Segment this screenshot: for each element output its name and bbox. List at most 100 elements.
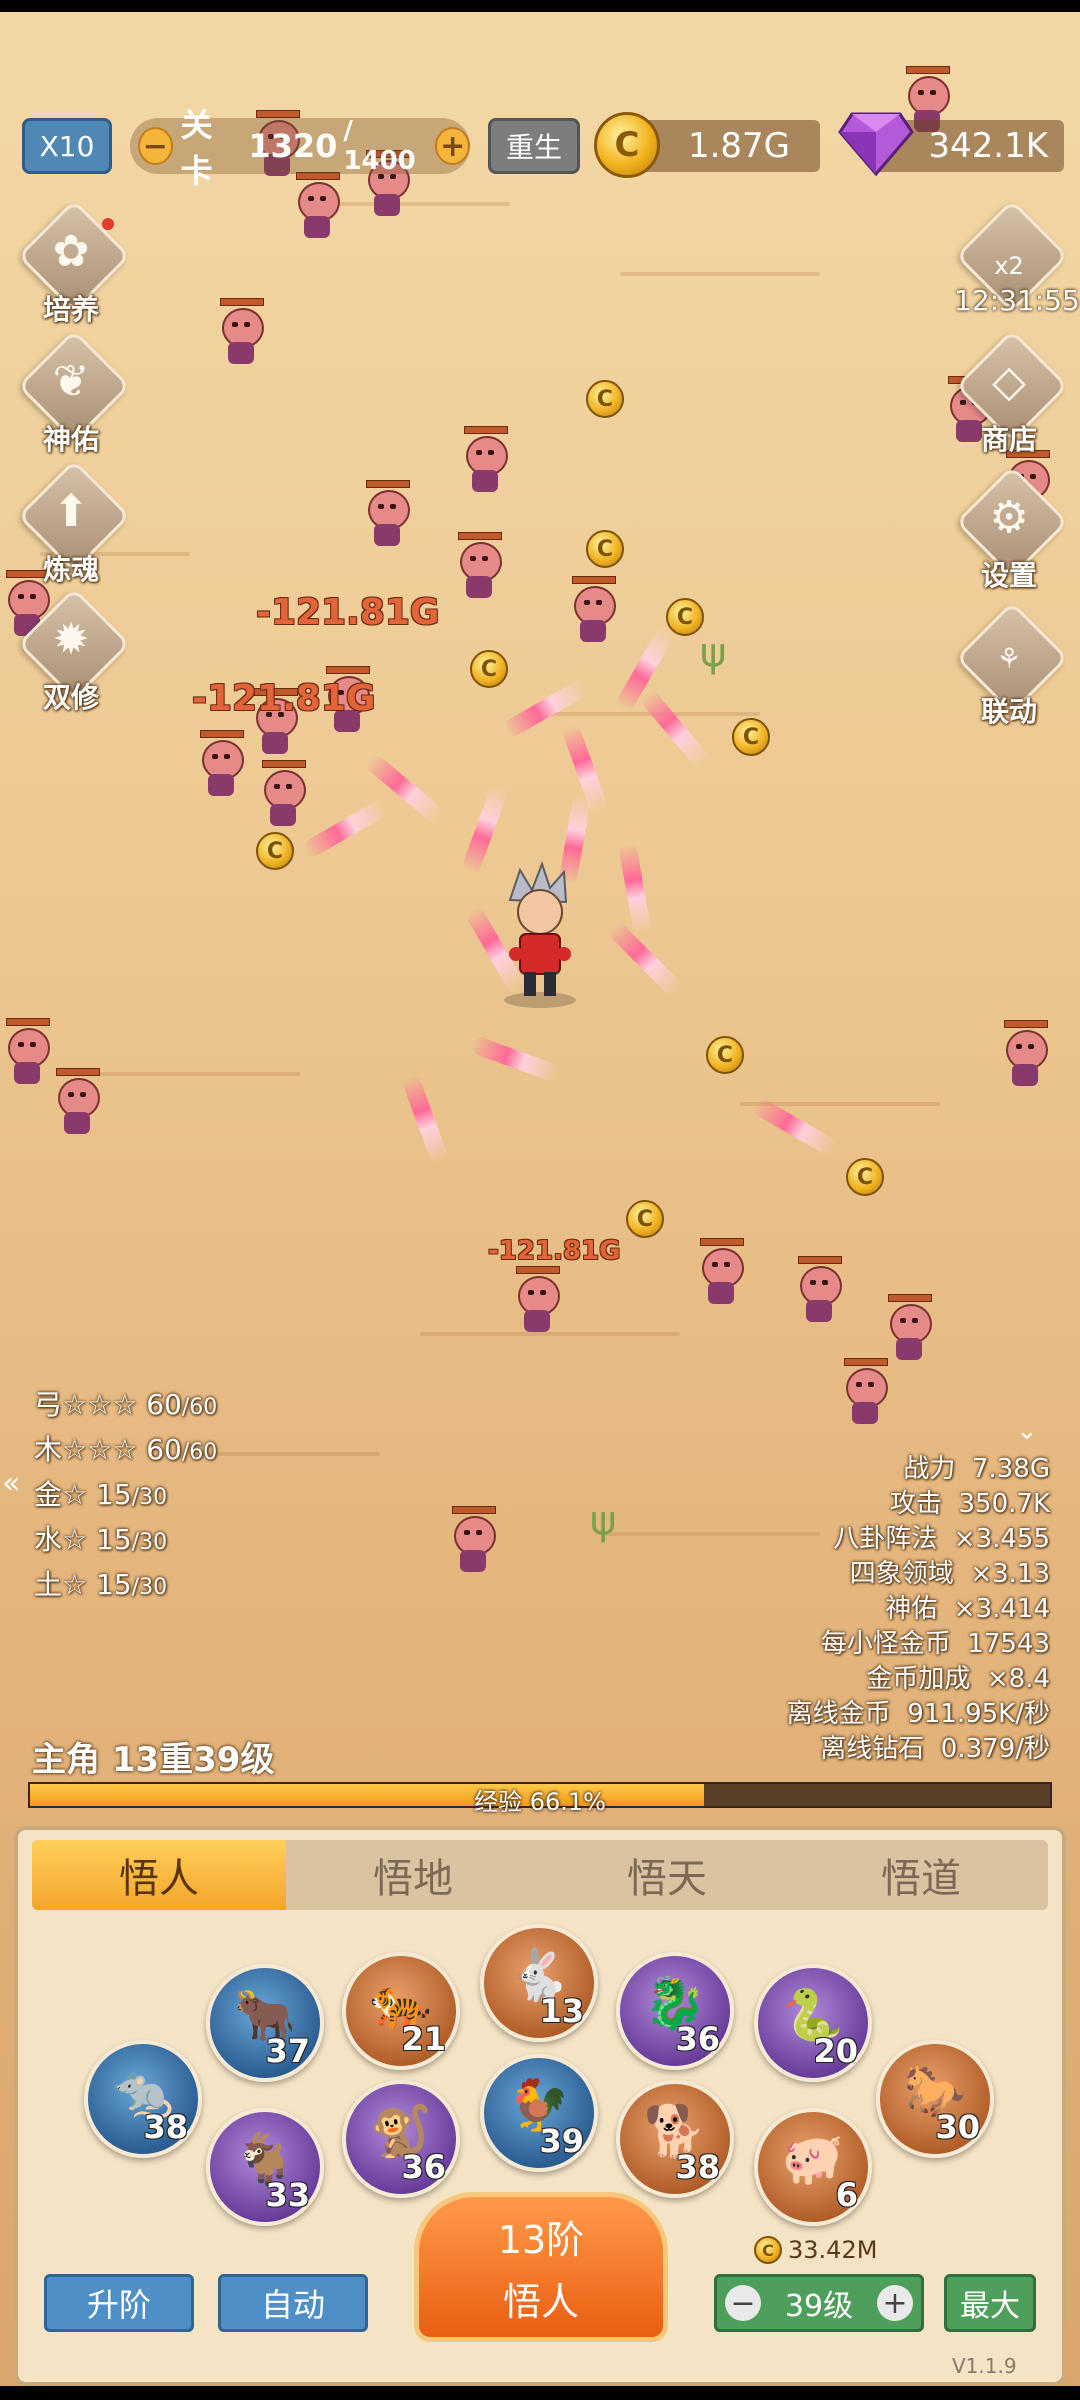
enemy-imp[interactable] [510, 1266, 564, 1336]
collapse-left-icon[interactable]: « [2, 1466, 20, 1501]
blessing-button[interactable]: ❦ 神佑 [16, 329, 131, 466]
enemy-imp[interactable] [882, 1294, 936, 1364]
stage-next-button[interactable]: + [435, 127, 470, 165]
enemy-imp[interactable] [458, 426, 512, 496]
gold-coin-drop[interactable]: C [586, 380, 624, 418]
gold-coin-drop[interactable]: C [732, 718, 770, 756]
gold-coin-drop[interactable]: C [470, 650, 508, 688]
zodiac-level: 39 [539, 2122, 584, 2160]
damage-number: -121.81G [488, 1236, 621, 1266]
stage-label: 关卡 [180, 106, 213, 190]
stage-total: / 1400 [343, 116, 416, 176]
navigation-bar [0, 2386, 1080, 2400]
element-stat-row: 土☆ 15/30 [34, 1568, 168, 1601]
enemy-imp[interactable] [452, 532, 506, 602]
enemy-imp[interactable] [194, 730, 248, 800]
double-bonus-button[interactable]: x2 12:31:55 [954, 199, 1080, 336]
level-stepper: − 39级 + [714, 2274, 924, 2332]
enemy-imp[interactable] [290, 172, 344, 242]
enemy-imp[interactable] [0, 1018, 54, 1088]
enemy-imp[interactable] [446, 1506, 500, 1576]
diamond-shop-icon: ◇ [992, 356, 1026, 407]
rebirth-button[interactable]: 重生 [488, 118, 580, 174]
soul-refine-label: 炼魂 [42, 553, 99, 586]
zodiac-rooster-node[interactable]: 🐓 39 [480, 2054, 598, 2172]
gold-coin-drop[interactable]: C [256, 832, 294, 870]
zodiac-rabbit-node[interactable]: 🐇 13 [480, 1924, 598, 2042]
enlighten-upgrade-button[interactable]: 13阶 悟人 [414, 2192, 668, 2342]
zodiac-level: 38 [675, 2148, 720, 2186]
damage-number: -121.81G [256, 592, 440, 633]
enemy-imp[interactable] [792, 1256, 846, 1326]
gold-coin-drop[interactable]: C [626, 1200, 664, 1238]
hero-character[interactable] [490, 860, 590, 1010]
link-label: 联动 [980, 695, 1037, 728]
zodiac-level: 33 [265, 2176, 310, 2214]
cost-value: 33.42M [788, 2236, 878, 2264]
zodiac-tiger-node[interactable]: 🐅 21 [342, 1952, 460, 2070]
zodiac-ox-node[interactable]: 🐂 37 [206, 1964, 324, 2082]
tab-earth[interactable]: 悟地 [286, 1840, 540, 1910]
stat-row: 每小怪金币 17543 [820, 1629, 1050, 1659]
zodiac-goat-node[interactable]: 🐐 33 [206, 2108, 324, 2226]
bonus-badge: x2 [994, 252, 1024, 280]
settings-label: 设置 [980, 559, 1037, 592]
stage-prev-button[interactable]: − [138, 127, 173, 165]
enemy-imp[interactable] [838, 1358, 892, 1428]
link-button[interactable]: ⚘ 联动 [954, 601, 1069, 738]
shop-button[interactable]: ◇ 商店 [954, 329, 1069, 466]
advance-button[interactable]: 升阶 [44, 2274, 194, 2332]
gold-coin-icon: C [754, 2236, 782, 2264]
soul-refine-button[interactable]: ⬆ 炼魂 [16, 459, 131, 596]
tab-human[interactable]: 悟人 [32, 1840, 286, 1910]
notification-dot [102, 218, 114, 230]
flame-icon: ✹ [52, 614, 90, 665]
max-level-button[interactable]: 最大 [944, 2274, 1036, 2332]
zodiac-dragon-node[interactable]: 🐉 36 [616, 1952, 734, 2070]
enemy-imp[interactable] [694, 1238, 748, 1308]
enemy-imp[interactable] [360, 480, 414, 550]
enemy-imp[interactable] [998, 1020, 1052, 1090]
zodiac-pig-node[interactable]: 🐖 6 [754, 2108, 872, 2226]
dual-cultivation-label: 双修 [42, 681, 99, 714]
dual-cultivation-button[interactable]: ✹ 双修 [16, 587, 131, 724]
gold-coin-drop[interactable]: C [706, 1036, 744, 1074]
zodiac-level: 21 [401, 2020, 446, 2058]
chevron-down-icon[interactable]: ⌄ [1016, 1416, 1038, 1446]
gold-coin-drop[interactable]: C [586, 530, 624, 568]
zodiac-horse-node[interactable]: 🐎 30 [876, 2040, 994, 2158]
stat-row: 离线钻石 0.379/秒 [820, 1734, 1050, 1764]
zodiac-level: 38 [143, 2108, 188, 2146]
zodiac-dog-node[interactable]: 🐕 38 [616, 2080, 734, 2198]
hero-stats-list: 战力 7.38G 攻击 350.7K 八卦阵法 ×3.455 四象领域 ×3.1… [787, 1452, 1050, 1767]
gear-icon: ⚙ [989, 492, 1029, 543]
tab-heaven[interactable]: 悟天 [540, 1840, 794, 1910]
stat-row: 四象领域 ×3.13 [849, 1559, 1050, 1589]
gold-coin-drop[interactable]: C [846, 1158, 884, 1196]
settings-button[interactable]: ⚙ 设置 [954, 465, 1069, 602]
auto-button[interactable]: 自动 [218, 2274, 368, 2332]
level-increase-button[interactable]: + [877, 2285, 913, 2321]
sprout-icon: ✿ [52, 226, 90, 277]
stage-name: 悟人 [502, 2280, 579, 2324]
stat-row: 神佑 ×3.414 [885, 1594, 1050, 1624]
speed-multiplier-button[interactable]: X10 [22, 118, 112, 174]
element-stat-row: 弓☆☆☆ 60/60 [34, 1388, 218, 1421]
experience-bar: 经验 66.1% [28, 1782, 1052, 1816]
zodiac-monkey-node[interactable]: 🐒 36 [342, 2080, 460, 2198]
zodiac-rat-node[interactable]: 🐀 38 [84, 2040, 202, 2158]
level-decrease-button[interactable]: − [725, 2285, 761, 2321]
cultivate-button[interactable]: ✿ 培养 [16, 199, 131, 336]
gold-coin-drop[interactable]: C [666, 598, 704, 636]
enemy-imp[interactable] [50, 1068, 104, 1138]
enemy-imp[interactable] [566, 576, 620, 646]
gold-coin-icon: C [594, 112, 660, 178]
stat-row: 离线金币 911.95K/秒 [786, 1699, 1050, 1729]
tab-dao[interactable]: 悟道 [794, 1840, 1048, 1910]
stage-current: 1320 [248, 127, 338, 165]
status-bar [0, 0, 1080, 12]
enemy-imp[interactable] [256, 760, 310, 830]
element-stat-row: 水☆ 15/30 [34, 1523, 168, 1556]
zodiac-snake-node[interactable]: 🐍 20 [754, 1964, 872, 2082]
enemy-imp[interactable] [214, 298, 268, 368]
